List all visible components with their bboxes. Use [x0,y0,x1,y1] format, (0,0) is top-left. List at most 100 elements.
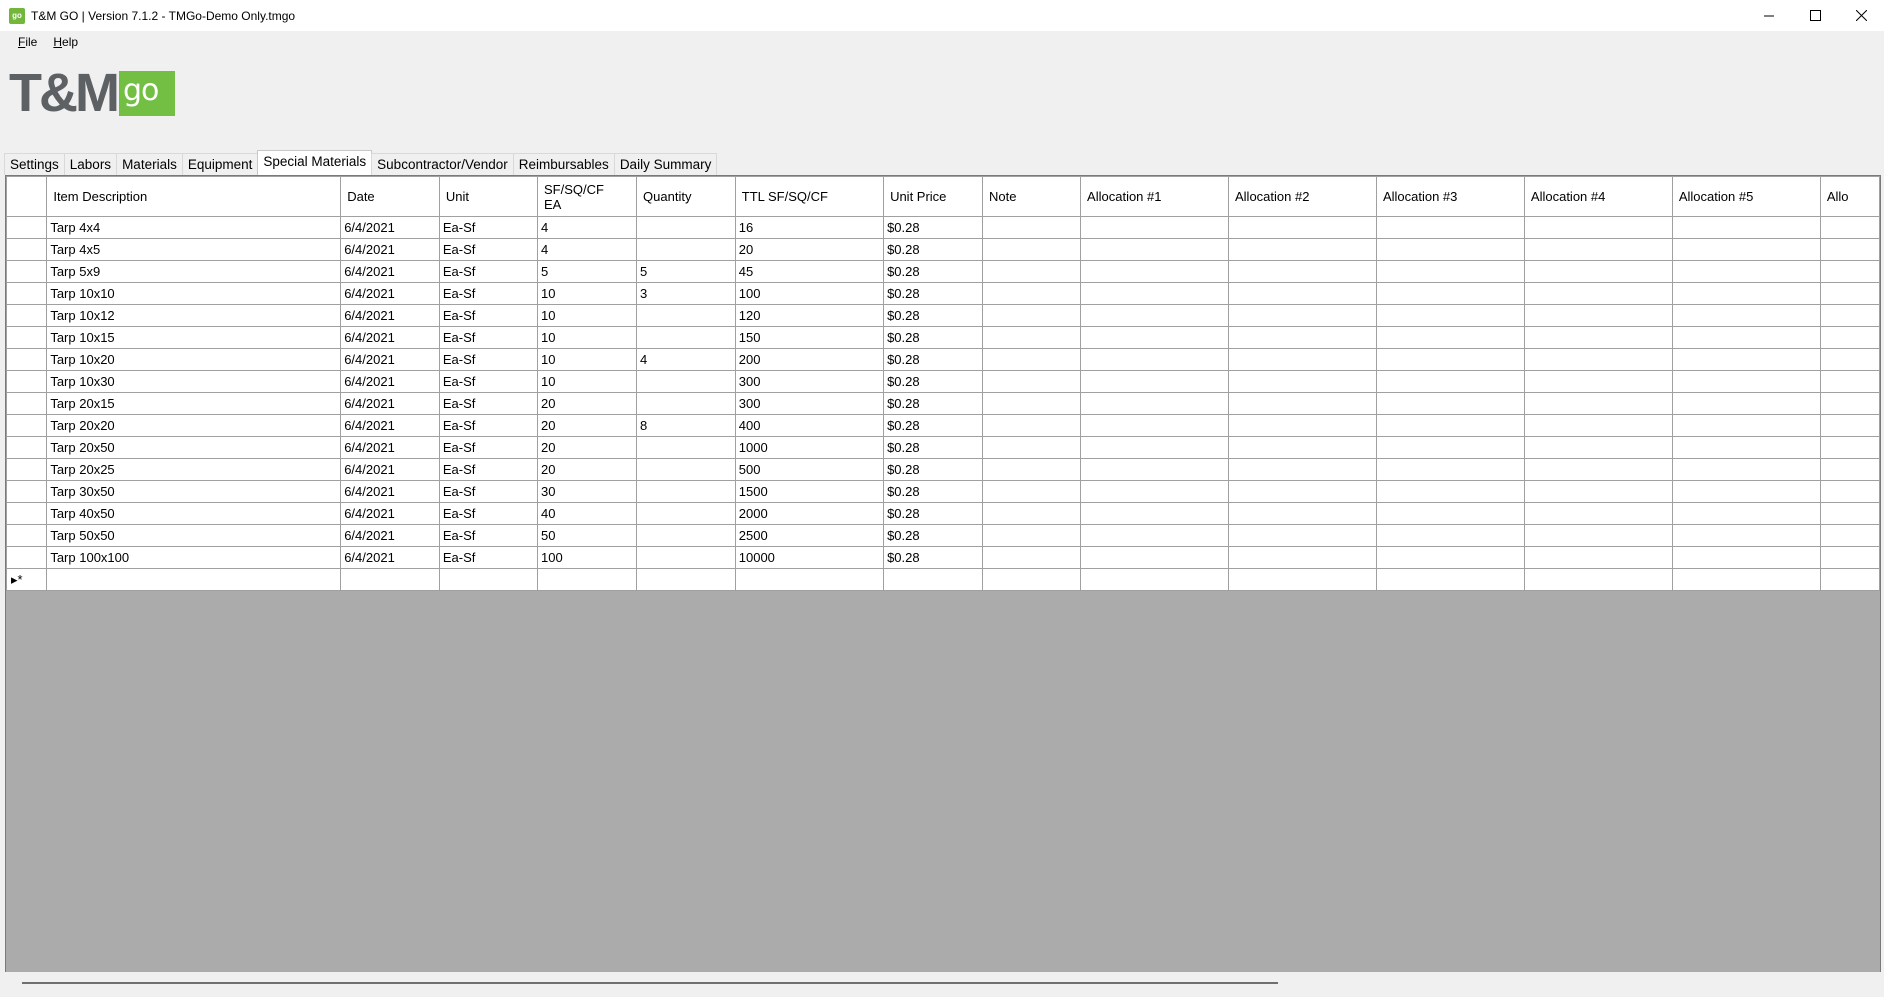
grid-cell[interactable]: $0.28 [883,458,983,481]
grid-cell[interactable]: 20 [536,392,638,415]
grid-cell[interactable]: 120 [734,304,885,327]
grid-cell[interactable] [1228,348,1377,371]
grid-cell[interactable]: 8 [636,414,736,437]
grid-cell[interactable]: 6/4/2021 [340,282,440,305]
grid-cell[interactable]: 6/4/2021 [340,238,440,261]
grid-cell[interactable]: Ea-Sf [438,260,538,283]
menu-file[interactable]: File [10,33,45,51]
grid-cell[interactable]: Tarp 20x25 [46,458,342,481]
grid-cell[interactable]: $0.28 [883,282,983,305]
grid-cell[interactable] [1671,326,1821,349]
column-header[interactable]: Unit [438,176,538,217]
grid-cell[interactable] [1375,546,1525,569]
grid-cell[interactable]: Ea-Sf [438,546,538,569]
grid-cell[interactable]: Ea-Sf [438,282,538,305]
grid-cell[interactable] [1819,392,1880,415]
grid-cell[interactable] [981,238,1082,261]
grid-cell[interactable] [1375,348,1525,371]
grid-cell[interactable]: 2500 [734,524,885,547]
grid-cell[interactable] [883,568,983,591]
grid-cell[interactable] [1523,326,1673,349]
row-header[interactable] [6,216,48,239]
grid-cell[interactable] [981,392,1082,415]
row-header[interactable] [6,392,48,415]
grid-cell[interactable] [1523,282,1673,305]
grid-cell[interactable]: Ea-Sf [438,348,538,371]
grid-cell[interactable] [1228,502,1377,525]
grid-cell[interactable] [1375,260,1525,283]
row-header[interactable] [6,238,48,261]
grid-cell[interactable]: Tarp 50x50 [46,524,342,547]
grid-cell[interactable]: 300 [734,370,885,393]
grid-cell[interactable]: 6/4/2021 [340,260,440,283]
grid-cell[interactable] [981,282,1082,305]
grid-cell[interactable]: 16 [734,216,885,239]
grid-cell[interactable] [1671,282,1821,305]
grid-cell[interactable] [1671,216,1821,239]
grid-cell[interactable]: 300 [734,392,885,415]
column-header[interactable]: Item Description [46,176,342,217]
grid-cell[interactable]: 20 [536,414,638,437]
grid-cell[interactable] [1819,348,1880,371]
grid-cell[interactable] [1671,436,1821,459]
grid-cell[interactable]: 200 [734,348,885,371]
grid-cell[interactable] [1523,568,1673,591]
row-header[interactable] [6,348,48,371]
row-header[interactable] [6,436,48,459]
grid-cell[interactable]: 5 [536,260,638,283]
grid-cell[interactable] [734,568,885,591]
grid-cell[interactable] [981,436,1082,459]
grid-cell[interactable] [636,326,736,349]
column-header[interactable]: TTL SF/SQ/CF [734,176,885,217]
grid-cell[interactable] [340,568,440,591]
grid-cell[interactable]: Ea-Sf [438,238,538,261]
grid-cell[interactable]: 4 [536,216,638,239]
column-header[interactable]: Allocation #1 [1080,176,1229,217]
grid-cell[interactable]: 6/4/2021 [340,392,440,415]
grid-cell[interactable]: Tarp 10x10 [46,282,342,305]
grid-cell[interactable] [1819,326,1880,349]
column-header[interactable]: Allocation #5 [1671,176,1821,217]
column-header[interactable]: Unit Price [883,176,983,217]
grid-cell[interactable] [1671,502,1821,525]
grid-cell[interactable]: $0.28 [883,414,983,437]
new-row-marker[interactable]: ▸* [6,568,48,591]
grid-cell[interactable] [1819,502,1880,525]
grid-cell[interactable] [1819,370,1880,393]
grid-cell[interactable]: $0.28 [883,370,983,393]
grid-cell[interactable] [981,326,1082,349]
grid-cell[interactable] [1523,370,1673,393]
close-icon[interactable] [1838,0,1884,31]
grid-cell[interactable] [1080,238,1229,261]
grid-cell[interactable] [1523,458,1673,481]
grid-cell[interactable]: 30 [536,480,638,503]
grid-cell[interactable] [981,524,1082,547]
grid-cell[interactable] [1375,458,1525,481]
grid-cell[interactable] [1080,348,1229,371]
grid-cell[interactable]: $0.28 [883,392,983,415]
grid-cell[interactable]: 5 [636,260,736,283]
grid-cell[interactable] [1671,260,1821,283]
grid-cell[interactable] [1523,546,1673,569]
grid-cell[interactable] [1523,216,1673,239]
grid-cell[interactable] [1671,480,1821,503]
grid-cell[interactable] [1375,238,1525,261]
grid-cell[interactable]: 20 [536,436,638,459]
tab-equipment[interactable]: Equipment [181,153,259,175]
grid-cell[interactable]: 6/4/2021 [340,370,440,393]
tab-labors[interactable]: Labors [63,153,118,175]
grid-cell[interactable] [1080,370,1229,393]
grid-cell[interactable] [1523,304,1673,327]
grid-cell[interactable] [1080,260,1229,283]
grid-cell[interactable] [1819,524,1880,547]
row-header[interactable] [6,524,48,547]
grid-cell[interactable] [1819,238,1880,261]
grid-cell[interactable] [981,568,1082,591]
grid-cell[interactable]: $0.28 [883,436,983,459]
grid-cell[interactable]: $0.28 [883,546,983,569]
grid-cell[interactable] [1523,392,1673,415]
tab-materials[interactable]: Materials [116,153,183,175]
grid-cell[interactable] [636,546,736,569]
grid-cell[interactable] [1080,546,1229,569]
minimize-icon[interactable] [1746,0,1792,31]
